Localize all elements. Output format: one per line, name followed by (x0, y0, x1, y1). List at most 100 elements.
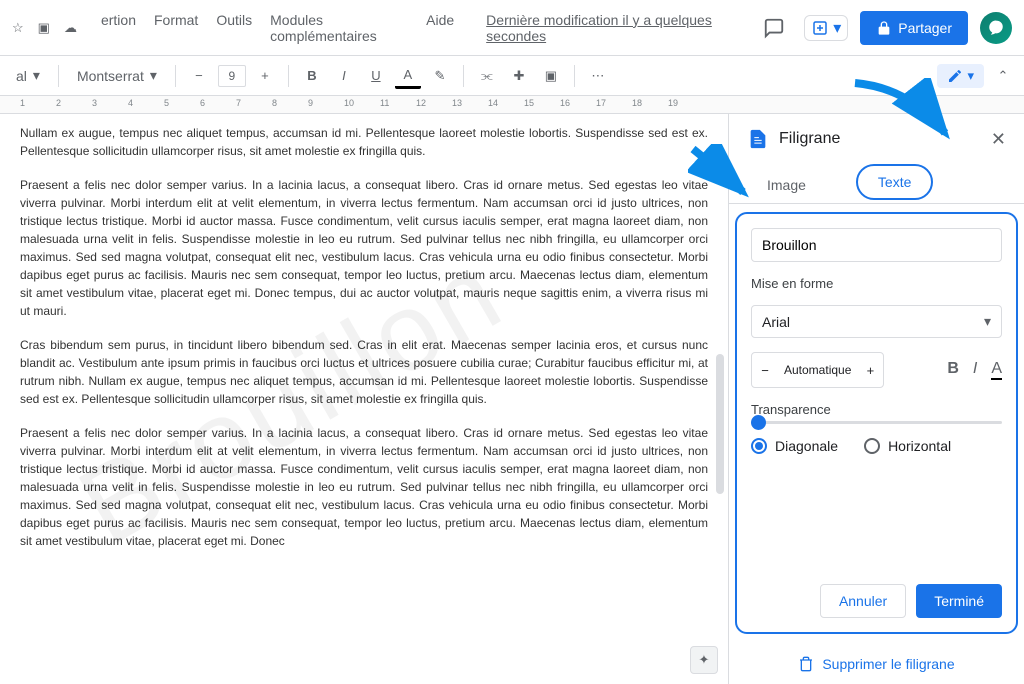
radio-diagonale[interactable]: Diagonale (751, 438, 838, 454)
font-size-input[interactable]: 9 (218, 65, 246, 87)
ruler-tick: 12 (416, 98, 426, 108)
share-button[interactable]: Partager (860, 11, 968, 45)
menubar: ertion Format Outils Modules complémenta… (101, 12, 454, 44)
topbar-left: ☆ ▣ ☁ ertion Format Outils Modules compl… (12, 12, 756, 44)
separator (175, 65, 176, 87)
sidebar-tabs: Image Texte (729, 164, 1024, 204)
paragraph[interactable]: Praesent a felis nec dolor semper varius… (20, 176, 708, 320)
ruler-tick: 4 (128, 98, 133, 108)
paragraph[interactable]: Nullam ex augue, tempus nec aliquet temp… (20, 124, 708, 160)
ruler-tick: 14 (488, 98, 498, 108)
trash-icon (798, 656, 814, 672)
size-increase-button[interactable]: + (857, 353, 883, 387)
cancel-button[interactable]: Annuler (820, 584, 906, 618)
image-button[interactable]: ▣ (538, 63, 564, 89)
menu-insertion[interactable]: ertion (101, 12, 136, 44)
main: Brouillon Nullam ex augue, tempus nec al… (0, 114, 1024, 684)
button-row: Annuler Terminé (751, 564, 1002, 618)
italic-button[interactable]: I (331, 63, 357, 89)
paragraph[interactable]: Cras bibendum sem purus, in tincidunt li… (20, 336, 708, 408)
comment-button[interactable]: ✚ (506, 63, 532, 89)
scrollbar[interactable] (716, 114, 726, 684)
style-select[interactable]: al▾ (8, 63, 48, 88)
underline-button[interactable]: U (363, 63, 389, 89)
decrease-font-button[interactable]: − (186, 63, 212, 89)
ruler-tick: 16 (560, 98, 570, 108)
filigrane-sidebar: Filigrane ✕ Image Texte Mise en forme Ar… (728, 114, 1024, 684)
caret-down-icon: ▾ (967, 68, 974, 84)
share-label: Partager (898, 20, 952, 36)
watermark-text-input[interactable] (751, 228, 1002, 262)
menu-tools[interactable]: Outils (216, 12, 252, 44)
ruler-tick: 5 (164, 98, 169, 108)
bold-icon[interactable]: B (947, 360, 959, 380)
sidebar-title: Filigrane (779, 130, 840, 148)
ruler-tick: 8 (272, 98, 277, 108)
menu-addons[interactable]: Modules complémentaires (270, 12, 408, 44)
comment-history-icon[interactable] (756, 10, 792, 46)
tab-texte[interactable]: Texte (856, 164, 933, 200)
separator (463, 65, 464, 87)
close-icon[interactable]: ✕ (991, 129, 1006, 150)
done-button[interactable]: Terminé (916, 584, 1002, 618)
document-area[interactable]: Brouillon Nullam ex augue, tempus nec al… (0, 114, 728, 684)
ruler-tick: 15 (524, 98, 534, 108)
caret-down-icon: ▾ (150, 67, 157, 84)
separator (574, 65, 575, 87)
separator (288, 65, 289, 87)
caret-down-icon: ▾ (984, 313, 991, 330)
edit-mode-button[interactable]: ▾ (937, 64, 984, 88)
transparency-slider[interactable] (751, 421, 1002, 424)
star-icon[interactable]: ☆ (12, 20, 24, 36)
ruler-tick: 11 (380, 98, 389, 108)
scrollbar-thumb[interactable] (716, 354, 724, 494)
ruler-tick: 10 (344, 98, 354, 108)
topbar-right: ▾ Partager (756, 10, 1012, 46)
font-family-select[interactable]: Arial ▾ (751, 305, 1002, 338)
caret-down-icon: ▾ (833, 18, 841, 38)
avatar[interactable] (980, 12, 1012, 44)
text-color-button[interactable]: A (395, 63, 421, 89)
delete-watermark-link[interactable]: Supprimer le filigrane (729, 644, 1024, 684)
last-edit-link[interactable]: Dernière modification il y a quelques se… (486, 12, 756, 44)
text-color-icon[interactable]: A (991, 360, 1002, 380)
size-decrease-button[interactable]: − (752, 353, 778, 387)
menu-format[interactable]: Format (154, 12, 198, 44)
move-icon[interactable]: ▣ (38, 20, 50, 36)
ruler-tick: 18 (632, 98, 642, 108)
font-select[interactable]: Montserrat▾ (69, 63, 165, 88)
ruler-tick: 2 (56, 98, 61, 108)
separator (58, 65, 59, 87)
ruler-tick: 19 (668, 98, 678, 108)
explore-button[interactable]: ✦ (690, 646, 718, 674)
link-button[interactable]: ⫘ (474, 63, 500, 89)
radio-icon (751, 438, 767, 454)
doc-icons: ☆ ▣ ☁ (12, 20, 77, 36)
toolbar: al▾ Montserrat▾ − 9 + B I U A ✎ ⫘ ✚ ▣ ⋯ … (0, 56, 1024, 96)
bold-button[interactable]: B (299, 63, 325, 89)
slider-thumb[interactable] (751, 415, 766, 430)
orientation-row: Diagonale Horizontal (751, 438, 1002, 454)
page-content[interactable]: Nullam ex augue, tempus nec aliquet temp… (20, 114, 708, 576)
size-value[interactable]: Automatique (778, 363, 857, 377)
toolbar-right: ▾ ⌃ (937, 63, 1016, 89)
cloud-icon[interactable]: ☁ (64, 20, 77, 36)
ruler[interactable]: 12345678910111213141516171819 (0, 96, 1024, 114)
italic-icon[interactable]: I (973, 360, 977, 380)
sidebar-toggle-button[interactable]: ⌃ (990, 63, 1016, 89)
highlight-button[interactable]: ✎ (427, 63, 453, 89)
format-section-label: Mise en forme (751, 276, 1002, 291)
sidebar-panel: Mise en forme Arial ▾ − Automatique + B … (735, 212, 1018, 634)
increase-font-button[interactable]: + (252, 63, 278, 89)
ruler-tick: 3 (92, 98, 97, 108)
delete-label: Supprimer le filigrane (822, 656, 954, 672)
format-icons: B I A (947, 360, 1002, 380)
radio-horizontal[interactable]: Horizontal (864, 438, 951, 454)
ruler-tick: 13 (452, 98, 462, 108)
caret-down-icon: ▾ (33, 67, 40, 84)
present-button[interactable]: ▾ (804, 15, 848, 41)
menu-help[interactable]: Aide (426, 12, 454, 44)
tab-image[interactable]: Image (747, 165, 826, 203)
paragraph[interactable]: Praesent a felis nec dolor semper varius… (20, 424, 708, 550)
more-button[interactable]: ⋯ (585, 63, 611, 89)
